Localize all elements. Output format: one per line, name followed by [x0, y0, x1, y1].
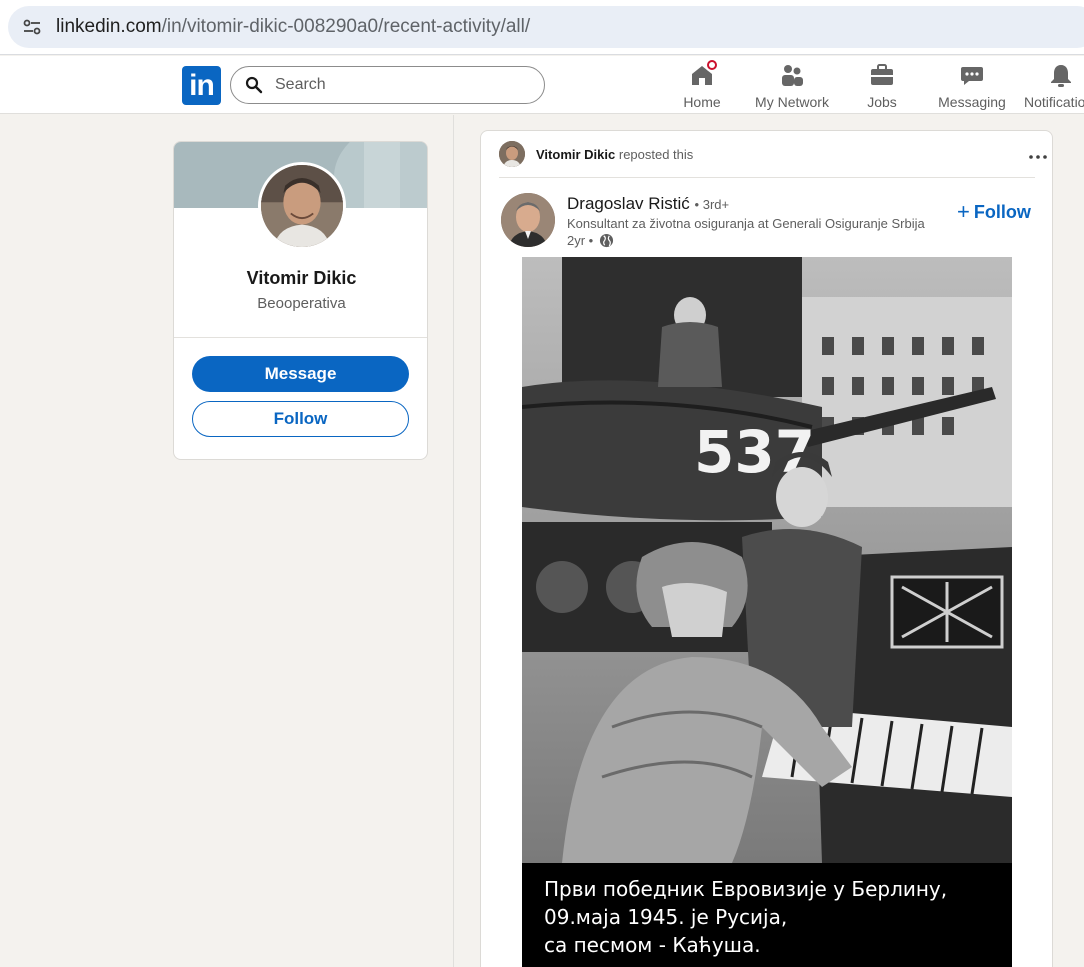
linkedin-logo[interactable]: in [182, 66, 221, 105]
profile-headline: Beooperativa [257, 295, 346, 312]
author-name[interactable]: Dragoslav Ristić • 3rd+ [567, 194, 729, 214]
nav-jobs-label: Jobs [867, 94, 897, 110]
image-caption-band: Први победник Евровизије у Берлину, 09.м… [522, 863, 1012, 967]
briefcase-icon [869, 62, 895, 88]
bell-icon [1048, 62, 1074, 88]
search-icon [245, 76, 263, 94]
nav-my-network[interactable]: My Network [752, 62, 832, 112]
top-navigation: in Home My Network [0, 56, 1084, 114]
nav-my-network-label: My Network [755, 94, 829, 110]
nav-home-label: Home [683, 94, 721, 110]
author-avatar[interactable] [501, 193, 555, 247]
nav-notifications[interactable]: Notifications [1024, 62, 1084, 112]
post-time-text: 2yr • [567, 233, 594, 248]
browser-address-bar: linkedin.com/in/vitomir-dikic-008290a0/r… [0, 0, 1084, 55]
url-text[interactable]: linkedin.com/in/vitomir-dikic-008290a0/r… [56, 16, 530, 38]
card-divider [174, 337, 427, 338]
caption-line-2: 09.маја 1945. је Русија, [544, 905, 788, 929]
notification-badge [705, 58, 719, 72]
search-box[interactable] [230, 66, 545, 104]
nav-notifications-label: Notifications [1024, 94, 1084, 110]
column-divider [453, 115, 454, 967]
globe-icon [599, 233, 613, 248]
home-icon [689, 58, 719, 88]
network-icon [779, 62, 805, 88]
repost-suffix: reposted this [618, 147, 694, 162]
follow-author-button[interactable]: + Follow [957, 199, 1031, 225]
nav-jobs[interactable]: Jobs [858, 62, 906, 112]
author-headline: Konsultant za životna osiguranja at Gene… [567, 216, 925, 231]
repost-text: Vitomir Dikic reposted this [536, 147, 693, 162]
reposter-name[interactable]: Vitomir Dikic [536, 147, 615, 162]
url-host: linkedin.com [56, 16, 162, 37]
profile-card: Vitomir Dikic Beooperativa Message Follo… [173, 141, 428, 460]
follow-button[interactable]: Follow [192, 401, 409, 437]
follow-author-label: Follow [973, 202, 1031, 222]
photo-illustration: 537 [522, 257, 1012, 863]
url-path: /in/vitomir-dikic-008290a0/recent-activi… [161, 16, 531, 37]
more-options-icon[interactable] [1027, 153, 1049, 175]
plus-icon: + [957, 199, 970, 224]
post-image[interactable]: 537 Први победник Евровизије у Берлину, … [522, 257, 1012, 967]
post-time: 2yr • [567, 233, 614, 248]
chat-icon [959, 62, 985, 88]
caption-line-3: са песмом - Каћуша. [544, 933, 761, 957]
reposter-avatar[interactable] [499, 141, 525, 167]
connection-degree: • 3rd+ [694, 197, 730, 212]
feed-post: Vitomir Dikic reposted this Dragoslav Ri… [480, 130, 1053, 967]
repost-header: Vitomir Dikic reposted this [499, 141, 1047, 167]
nav-messaging-label: Messaging [938, 94, 1006, 110]
message-button[interactable]: Message [192, 356, 409, 392]
url-field[interactable]: linkedin.com/in/vitomir-dikic-008290a0/r… [8, 6, 1084, 48]
profile-name[interactable]: Vitomir Dikic [174, 268, 427, 289]
search-input[interactable] [275, 73, 525, 97]
author-name-text: Dragoslav Ristić [567, 194, 690, 213]
nav-home[interactable]: Home [676, 58, 728, 112]
caption-line-1: Први победник Евровизије у Берлину, [544, 877, 948, 901]
post-divider [499, 177, 1035, 178]
site-settings-icon[interactable] [22, 17, 42, 37]
profile-avatar[interactable] [258, 162, 346, 250]
nav-messaging[interactable]: Messaging [936, 62, 1008, 112]
